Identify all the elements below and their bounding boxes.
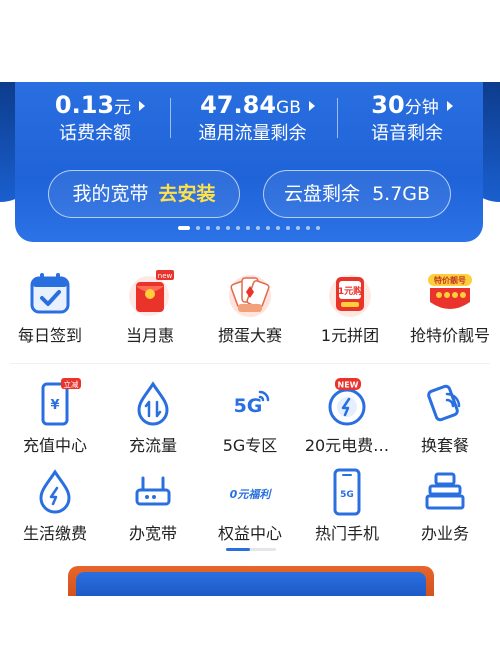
grid-page-indicator bbox=[226, 548, 276, 551]
chevron-right-icon bbox=[446, 101, 453, 111]
electricity-bill-icon: NEW bbox=[321, 378, 373, 430]
service-item-benefits[interactable]: 0元福利 权益中心 bbox=[200, 466, 300, 544]
service-item-switch-plan[interactable]: 换套餐 bbox=[395, 378, 495, 456]
balance-unit: 元 bbox=[114, 98, 132, 118]
new-badge: new bbox=[158, 272, 173, 280]
promo-item-one-yuan-group[interactable]: 1元购 1元拼团 bbox=[300, 268, 400, 346]
data-stat[interactable]: 47.84GB 通用流量剩余 bbox=[180, 90, 335, 145]
promo-item-monthly-deal[interactable]: new 当月惠 bbox=[100, 268, 200, 346]
playing-cards-icon bbox=[224, 268, 276, 320]
carousel-dot bbox=[296, 226, 300, 230]
cloud-storage-button[interactable]: 云盘剩余 5.7GB bbox=[263, 170, 451, 218]
voice-label: 语音剩余 bbox=[371, 123, 443, 144]
carousel-dot bbox=[206, 226, 210, 230]
grid-page-indicator-active bbox=[226, 548, 250, 551]
account-summary-card: 0.13元 话费余额 47.84GB 通用流量剩余 30分钟 语音剩余 我的宽带… bbox=[15, 82, 483, 242]
special-number-icon: 特价靓号 bbox=[424, 268, 476, 320]
carousel-dot bbox=[236, 226, 240, 230]
voice-stat[interactable]: 30分钟 语音剩余 bbox=[347, 90, 477, 145]
carousel-dot bbox=[256, 226, 260, 230]
service-item-recharge[interactable]: ¥ 立减 充值中心 bbox=[5, 378, 105, 456]
cloud-label: 云盘剩余 bbox=[283, 183, 360, 205]
promo-label: 掼蛋大赛 bbox=[217, 326, 282, 345]
service-item-hot-phones[interactable]: 5G 热门手机 bbox=[297, 466, 397, 544]
voice-value: 30 bbox=[371, 91, 405, 119]
service-item-5g-zone[interactable]: 5G 5G专区 bbox=[200, 378, 300, 456]
carousel-dot bbox=[306, 226, 310, 230]
carousel-dot bbox=[226, 226, 230, 230]
data-drop-icon bbox=[127, 378, 179, 430]
service-item-top-up-data[interactable]: 充流量 bbox=[103, 378, 203, 456]
service-label: 充值中心 bbox=[22, 436, 87, 455]
new-badge: NEW bbox=[338, 381, 359, 390]
balance-label: 话费余额 bbox=[59, 123, 131, 144]
service-item-electricity-bill[interactable]: NEW 20元电费… bbox=[297, 378, 397, 456]
broadband-label: 我的宽带 bbox=[72, 183, 149, 205]
5g-text: 5G bbox=[234, 395, 263, 417]
voice-unit: 分钟 bbox=[404, 98, 439, 118]
one-yuan-group-icon: 1元购 bbox=[324, 268, 376, 320]
carousel-dot bbox=[276, 226, 280, 230]
service-item-business[interactable]: 办业务 bbox=[395, 466, 495, 544]
carousel-dot bbox=[266, 226, 270, 230]
service-label: 换套餐 bbox=[420, 436, 469, 455]
carousel-dot bbox=[196, 226, 200, 230]
benefits-icon: 0元福利 bbox=[224, 466, 276, 518]
calendar-check-icon bbox=[24, 268, 76, 320]
red-envelope-icon: new bbox=[124, 268, 176, 320]
recharge-phone-icon: ¥ 立减 bbox=[29, 378, 81, 430]
carousel-indicator bbox=[15, 226, 483, 230]
carousel-dot bbox=[286, 226, 290, 230]
balance-stat[interactable]: 0.13元 话费余额 bbox=[35, 90, 165, 145]
chevron-right-icon bbox=[139, 101, 146, 111]
data-value: 47.84 bbox=[200, 91, 277, 119]
service-label: 热门手机 bbox=[314, 524, 379, 543]
promo-label: 抢特价靓号 bbox=[409, 326, 490, 345]
promo-label: 1元拼团 bbox=[320, 326, 380, 345]
promo-label: 每日签到 bbox=[17, 326, 82, 345]
data-unit: GB bbox=[276, 98, 301, 118]
chevron-right-icon bbox=[308, 101, 315, 111]
service-label: 权益中心 bbox=[217, 524, 282, 543]
balance-value: 0.13 bbox=[54, 91, 115, 119]
phone-5g-icon: 5G bbox=[321, 466, 373, 518]
carousel-dot bbox=[216, 226, 220, 230]
promo-label: 当月惠 bbox=[125, 326, 174, 345]
utility-payment-icon bbox=[29, 466, 81, 518]
special-number-text: 特价靓号 bbox=[434, 275, 466, 285]
svg-text:¥: ¥ bbox=[50, 398, 59, 413]
benefits-text: 0元福利 bbox=[230, 488, 273, 501]
switch-plan-icon bbox=[419, 378, 471, 430]
bottom-promo-banner[interactable] bbox=[68, 566, 434, 596]
carousel-dot-active bbox=[178, 226, 190, 230]
service-label: 生活缴费 bbox=[22, 524, 87, 543]
service-label: 充流量 bbox=[128, 436, 177, 455]
service-label: 20元电费… bbox=[304, 436, 390, 455]
carousel-dot bbox=[316, 226, 320, 230]
5g-icon: 5G bbox=[224, 378, 276, 430]
service-label: 办宽带 bbox=[128, 524, 177, 543]
discount-badge: 立减 bbox=[64, 379, 79, 389]
promo-item-card-contest[interactable]: 掼蛋大赛 bbox=[200, 268, 300, 346]
router-icon bbox=[127, 466, 179, 518]
account-banner: 0.13元 话费余额 47.84GB 通用流量剩余 30分钟 语音剩余 我的宽带… bbox=[0, 82, 500, 250]
service-label: 办业务 bbox=[420, 524, 469, 543]
service-item-broadband[interactable]: 办宽带 bbox=[103, 466, 203, 544]
promo-item-special-number[interactable]: 特价靓号 抢特价靓号 bbox=[400, 268, 500, 346]
section-divider bbox=[10, 363, 490, 364]
promo-item-daily-checkin[interactable]: 每日签到 bbox=[0, 268, 100, 346]
install-action: 去安装 bbox=[158, 183, 216, 205]
service-item-utility-payment[interactable]: 生活缴费 bbox=[5, 466, 105, 544]
broadband-install-button[interactable]: 我的宽带 去安装 bbox=[48, 170, 240, 218]
service-label: 5G专区 bbox=[222, 436, 278, 455]
business-stack-icon bbox=[419, 466, 471, 518]
data-label: 通用流量剩余 bbox=[198, 123, 307, 144]
bottom-promo-banner-image bbox=[76, 572, 426, 596]
cloud-value: 5.7GB bbox=[372, 183, 431, 205]
phone-5g-text: 5G bbox=[340, 490, 354, 500]
one-yuan-text: 1元购 bbox=[338, 285, 362, 297]
carousel-dot bbox=[246, 226, 250, 230]
